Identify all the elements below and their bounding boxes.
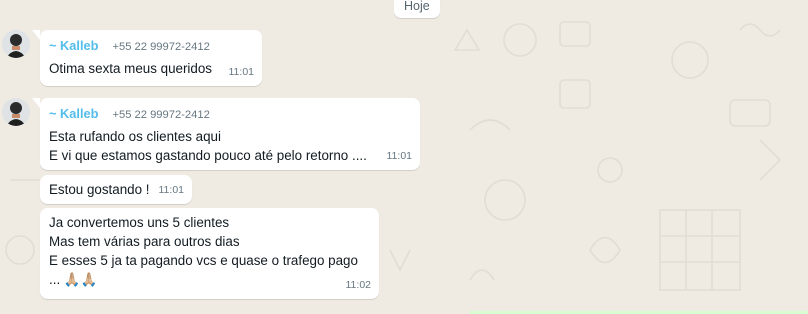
message-bubble[interactable]: ~ Kalleb +55 22 99972-2412 Esta rufando … [32,98,420,170]
avatar[interactable] [2,30,30,58]
message-text: Esta rufando os clientes aqui [49,129,221,144]
message-time: 11:01 [386,150,413,162]
message-time: 11:01 [158,184,185,196]
message-text: Otima sexta meus queridos [49,61,212,76]
sender-phone[interactable]: +55 22 99972-2412 [112,38,209,57]
message-time: 11:01 [228,66,255,78]
avatar-photo-icon [2,30,30,58]
message-text: E vi que estamos gastando pouco até pelo… [49,148,367,163]
sender-name[interactable]: ~ Kalleb [49,104,98,123]
message-text: ... 🙏🏼🙏🏼 [49,272,98,287]
message-text: E esses 5 ja ta pagando vcs e quase o tr… [49,253,358,268]
message-text: Mas tem várias para outros dias [49,234,240,249]
message-text: Ja convertemos uns 5 clientes [49,215,230,230]
sender-name[interactable]: ~ Kalleb [49,36,98,55]
date-chip: Hoje [394,0,440,18]
avatar-photo-icon [2,98,30,126]
avatar[interactable] [2,98,30,126]
message-time: 11:02 [345,279,372,291]
sender-phone[interactable]: +55 22 99972-2412 [112,106,209,125]
message-bubble[interactable]: Ja convertemos uns 5 clientes Mas tem vá… [40,208,379,299]
message-bubble[interactable]: ~ Kalleb +55 22 99972-2412 Otima sexta m… [32,30,262,86]
message-bubble[interactable]: Estou gostando ! 11:01 [40,175,192,204]
